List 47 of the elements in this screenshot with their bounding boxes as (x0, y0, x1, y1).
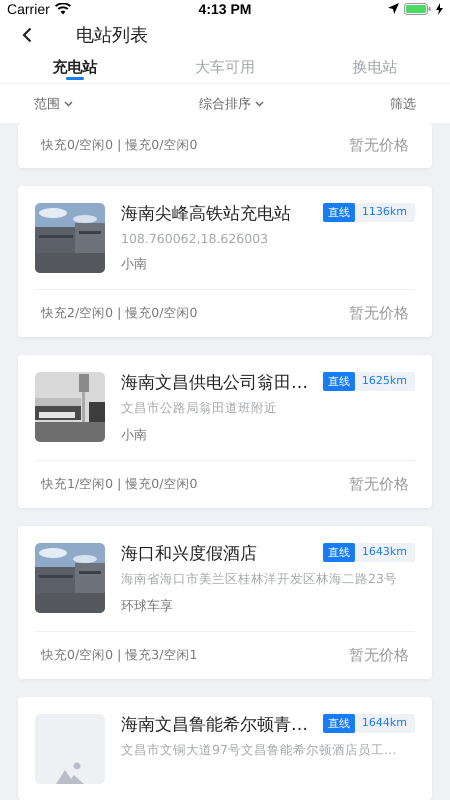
distance-type-tag: 直线 (322, 714, 355, 734)
charger-availability: 快充0/空闲0 | 慢充3/空闲1 (41, 647, 198, 664)
battery-icon (404, 2, 431, 15)
station-name: 海口和兴度假酒店 (121, 543, 257, 566)
charger-availability: 快充1/空闲0 | 慢充0/空闲0 (41, 476, 198, 494)
filter-button[interactable]: 筛选 (390, 94, 416, 113)
filter-button[interactable]: 范围 (34, 94, 73, 113)
distance-label: 1644km (360, 715, 408, 732)
page-title: 电站列表 (76, 24, 148, 47)
distance-label: 1643km (360, 544, 408, 560)
station-address: 108.760062,18.626003 (121, 231, 270, 246)
chevron-down-icon (255, 100, 264, 107)
station-card[interactable]: 海口和兴度假酒店 直线 1643km 海南省海口市美兰区桂林洋开发区林海二路23号 环球车享 快充0/空闲0 | 慢充3/空闲1 暂无价格 (18, 526, 432, 680)
station-address: 文昌市公路局翁田道班附近 (121, 400, 278, 418)
station-name: 海南文昌供电公司翁田… (121, 372, 308, 394)
price-label: 暂无价格 (349, 136, 409, 156)
station-address: 文昌市文铜大道97号文昌鲁能希尔顿酒店员工… (121, 742, 398, 760)
price-label: 暂无价格 (349, 304, 409, 324)
distance-label: 1625km (360, 373, 408, 390)
chevron-down-icon (64, 100, 73, 107)
carrier-label: Carrier (7, 0, 50, 17)
charger-availability: 快充2/空闲0 | 慢充0/空闲0 (41, 305, 198, 322)
filter-button[interactable]: 综合排序 (199, 94, 264, 113)
operator-name: 环球车享 (121, 598, 174, 616)
distance-type-tag: 直线 (322, 203, 355, 222)
status-time: 4:13 PM (198, 0, 252, 17)
station-name: 海南尖峰高铁站充电站 (121, 203, 291, 226)
distance-label: 1136km (360, 204, 408, 220)
tab[interactable]: 充电站 (0, 52, 150, 84)
station-card[interactable]: 快充0/空闲0 | 慢充0/空闲0 暂无价格 (18, 123, 432, 168)
station-card[interactable]: 海南文昌供电公司翁田… 直线 1625km 文昌市公路局翁田道班附近 小南 快充1/空闲0 | 慢充0/空闲0 暂无价格 (18, 355, 432, 508)
charger-availability: 快充0/空闲0 | 慢充0/空闲0 (41, 137, 198, 154)
distance-type-tag: 直线 (322, 543, 355, 562)
back-chevron-icon (22, 26, 32, 43)
station-name: 海南文昌鲁能希尔顿青… (121, 714, 308, 736)
charging-bolt-icon (436, 2, 443, 15)
station-card[interactable]: 海南尖峰高铁站充电站 直线 1136km 108.760062,18.626003 小南 快充2/空闲0 | 慢充0/空闲0 暂无价格 (18, 186, 432, 338)
price-label: 暂无价格 (349, 646, 409, 666)
price-label: 暂无价格 (349, 475, 409, 494)
image-placeholder-icon (56, 762, 84, 784)
station-card[interactable]: 海南文昌鲁能希尔顿青… 直线 1644km 文昌市文铜大道97号文昌鲁能希尔顿酒店员工… (18, 697, 432, 800)
operator-name: 小南 (121, 256, 148, 274)
wifi-icon (54, 2, 71, 15)
station-address: 海南省海口市美兰区桂林洋开发区林海二路23号 (121, 571, 398, 588)
distance-type-tag: 直线 (322, 372, 355, 392)
location-arrow-icon (388, 3, 399, 14)
operator-name: 小南 (121, 427, 148, 444)
